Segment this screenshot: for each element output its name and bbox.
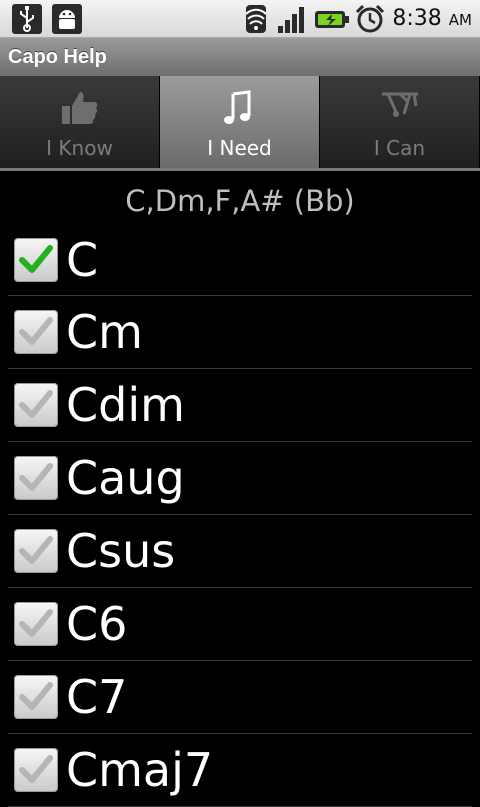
tab-i-need[interactable]: I Need [160,76,320,170]
check-icon [19,245,53,273]
chord-label: Csus [66,524,176,578]
status-bar: 8:38 AM [0,0,480,38]
tab-i-can-label: I Can [373,136,426,160]
checkbox-unchecked[interactable] [14,529,58,573]
wifi-icon [240,4,272,38]
usb-icon [12,4,42,34]
tab-i-know[interactable]: I Know [0,76,160,170]
tab-indicator-line [0,168,480,171]
chord-label: C [66,233,99,287]
signal-icon [276,4,310,38]
clock: 8:38 AM [392,4,472,35]
checkbox-unchecked[interactable] [14,383,58,427]
list-item[interactable]: Cmaj7 [8,734,472,807]
check-icon [19,609,53,637]
chord-progression-header: C,Dm,F,A# (Bb) [125,184,355,218]
check-icon [19,463,53,491]
tab-bar: I Know I Need I Can [0,76,480,170]
capo-icon [378,86,422,134]
clock-ampm: AM [448,11,472,29]
chord-label: C7 [66,670,128,724]
check-icon [19,536,53,564]
list-item[interactable]: C7 [8,661,472,734]
chord-label: Cmaj7 [66,743,214,797]
list-item[interactable]: C6 [8,588,472,661]
chord-label: Cm [66,305,143,359]
list-item[interactable]: Cdim [8,369,472,442]
chord-label: Cdim [66,378,185,432]
check-icon [19,390,53,418]
tab-i-know-label: I Know [46,136,113,160]
list-item[interactable]: C [8,224,472,296]
clock-time: 8:38 [392,6,442,31]
android-debug-icon [52,4,82,34]
music-note-icon [218,86,262,134]
checkbox-checked[interactable] [14,238,58,282]
chord-list: C Cm Cdim Caug Csus C6 C7 Cmaj7 [0,224,480,807]
thumbs-up-icon [58,86,102,134]
battery-charging-icon [314,4,350,38]
check-icon [19,317,53,345]
list-item[interactable]: Caug [8,442,472,515]
alarm-icon [354,4,386,38]
checkbox-unchecked[interactable] [14,310,58,354]
list-item[interactable]: Cm [8,296,472,369]
app-title-bar: Capo Help [0,38,480,76]
list-item[interactable]: Csus [8,515,472,588]
checkbox-unchecked[interactable] [14,456,58,500]
chord-label: Caug [66,451,185,505]
checkbox-unchecked[interactable] [14,675,58,719]
tab-i-can[interactable]: I Can [320,76,480,170]
app-title: Capo Help [8,46,107,68]
checkbox-unchecked[interactable] [14,602,58,646]
check-icon [19,682,53,710]
checkbox-unchecked[interactable] [14,748,58,792]
check-icon [19,755,53,783]
chord-label: C6 [66,597,128,651]
tab-i-need-label: I Need [207,136,272,160]
